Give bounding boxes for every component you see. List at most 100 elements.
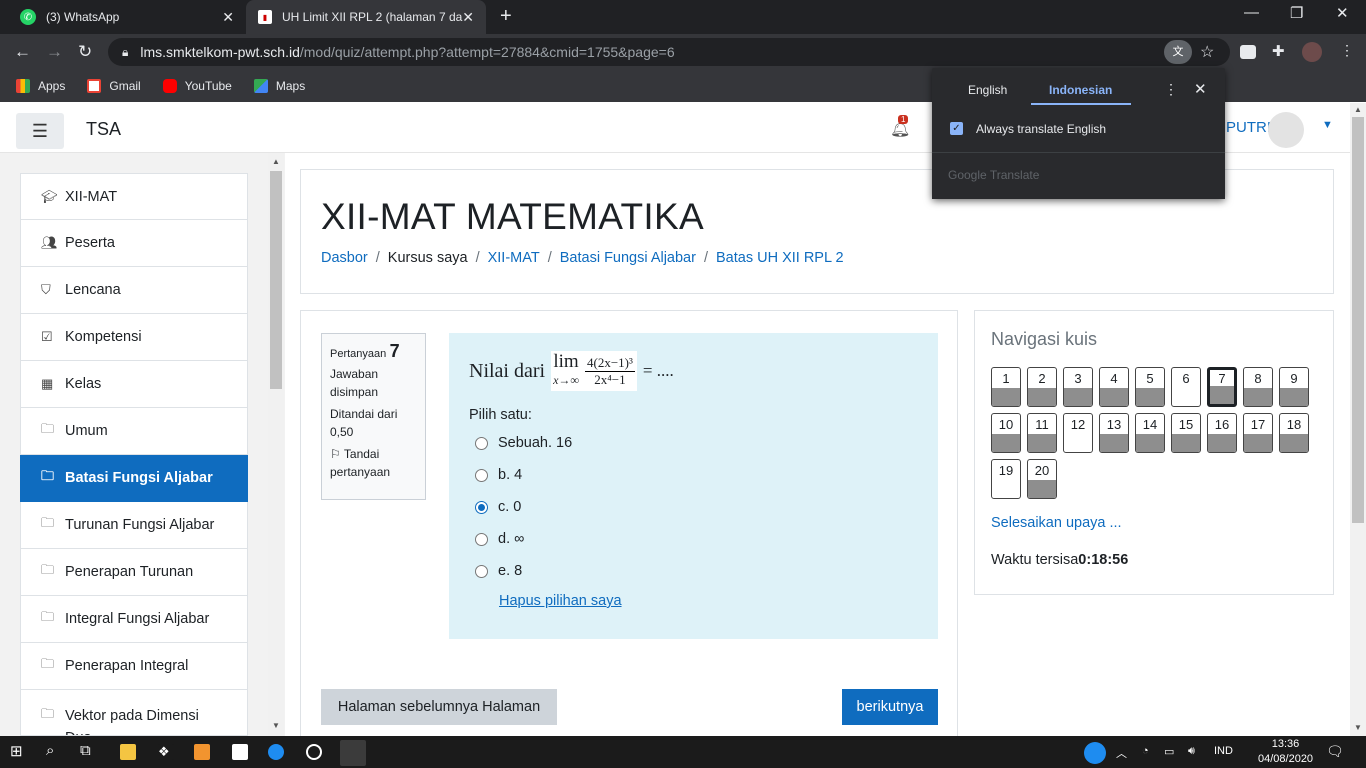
sidebar-item-turunan-fungsi-aljabar[interactable]: 🗀 Turunan Fungsi Aljabar: [20, 502, 248, 549]
quiz-nav-button[interactable]: 15: [1171, 413, 1201, 453]
site-name[interactable]: TSA: [86, 119, 121, 140]
quiz-nav-button[interactable]: 17: [1243, 413, 1273, 453]
breadcrumb-xii-mat[interactable]: XII-MAT: [488, 250, 540, 266]
file-explorer-icon[interactable]: [120, 744, 136, 760]
quiz-nav-button[interactable]: 5: [1135, 367, 1165, 407]
radio-button[interactable]: [475, 500, 488, 514]
answer-option[interactable]: c. 0: [469, 491, 918, 523]
sidebar-item-lencana[interactable]: ⛉ Lencana: [20, 267, 248, 314]
clear-choice-link[interactable]: Hapus pilihan saya: [499, 593, 918, 609]
radio-button[interactable]: [475, 532, 488, 546]
puzzle-icon[interactable]: ✚: [1272, 42, 1292, 62]
quiz-nav-button[interactable]: 11: [1027, 413, 1057, 453]
media-player-icon[interactable]: [306, 744, 322, 760]
chevron-down-icon[interactable]: ▼: [1322, 119, 1333, 131]
bookmark-gmail[interactable]: Gmail: [87, 79, 141, 93]
answer-option[interactable]: e. 8: [469, 555, 918, 587]
quiz-nav-button[interactable]: 1: [991, 367, 1021, 407]
new-tab-button[interactable]: +: [500, 5, 512, 28]
answer-option[interactable]: b. 4: [469, 459, 918, 491]
help-icon[interactable]: [1084, 742, 1106, 764]
scroll-thumb[interactable]: [1352, 117, 1364, 523]
quiz-nav-button[interactable]: 7: [1207, 367, 1237, 407]
sidebar-item-penerapan-turunan[interactable]: 🗀 Penerapan Turunan: [20, 549, 248, 596]
chevron-up-icon[interactable]: ︿: [1116, 745, 1127, 761]
close-icon[interactable]: ✕: [222, 9, 234, 26]
address-bar[interactable]: 🔒︎ lms.smktelkom-pwt.sch.id /mod/quiz/at…: [108, 38, 1230, 66]
scroll-thumb[interactable]: [270, 171, 282, 389]
close-icon[interactable]: ✕: [462, 9, 474, 26]
breadcrumb-batasi[interactable]: Batasi Fungsi Aljabar: [560, 250, 696, 266]
radio-button[interactable]: [475, 436, 488, 450]
wifi-icon[interactable]: ◔: [1142, 745, 1149, 757]
volume-icon[interactable]: 🔊︎: [1188, 745, 1195, 758]
translate-tab-indonesian[interactable]: Indonesian: [1049, 83, 1112, 97]
quiz-nav-button[interactable]: 12: [1063, 413, 1093, 453]
reload-button[interactable]: ↻: [78, 42, 92, 62]
quiz-nav-button[interactable]: 4: [1099, 367, 1129, 407]
quiz-nav-button[interactable]: 6: [1171, 367, 1201, 407]
avatar[interactable]: [1268, 112, 1304, 148]
quiz-nav-button[interactable]: 20: [1027, 459, 1057, 499]
next-page-button[interactable]: berikutnya: [842, 689, 938, 725]
extension-icon[interactable]: [1240, 45, 1256, 59]
quiz-nav-button[interactable]: 9: [1279, 367, 1309, 407]
forward-button[interactable]: →: [46, 42, 63, 62]
always-translate-checkbox[interactable]: ✓: [950, 122, 963, 135]
bookmark-maps[interactable]: Maps: [253, 79, 305, 93]
profile-avatar[interactable]: [1302, 42, 1322, 62]
sidebar-item-xii-mat[interactable]: 🎓︎ XII-MAT: [20, 173, 248, 220]
quiz-nav-button[interactable]: 14: [1135, 413, 1165, 453]
quiz-nav-button[interactable]: 2: [1027, 367, 1057, 407]
menu-icon[interactable]: ⋮: [1340, 42, 1360, 62]
sidebar-item-vektor[interactable]: 🗀 Vektor pada Dimensi Dua: [20, 690, 248, 736]
user-name[interactable]: PUTRI: [1226, 119, 1271, 136]
quiz-nav-button[interactable]: 8: [1243, 367, 1273, 407]
scroll-down-icon[interactable]: ▼: [1354, 723, 1362, 732]
scroll-up-icon[interactable]: ▲: [272, 157, 280, 166]
sidebar-item-batasi-fungsi-aljabar[interactable]: 🗀 Batasi Fungsi Aljabar: [20, 455, 248, 502]
breadcrumb-dasbor[interactable]: Dasbor: [321, 250, 368, 266]
window-close-button[interactable]: ✕: [1336, 4, 1349, 22]
scroll-down-icon[interactable]: ▼: [272, 721, 280, 730]
edge-icon[interactable]: [268, 744, 284, 760]
translate-tab-english[interactable]: English: [968, 83, 1007, 97]
radio-button[interactable]: [475, 564, 488, 578]
language-indicator[interactable]: IND: [1214, 745, 1233, 757]
task-view-icon[interactable]: ⧉: [80, 742, 91, 759]
menu-toggle-button[interactable]: ☰: [16, 113, 64, 149]
system-clock[interactable]: 13:36 04/08/2020: [1258, 737, 1313, 767]
dropbox-icon[interactable]: ❖: [158, 744, 174, 760]
flag-question[interactable]: ⚐ Tandai pertanyaan: [330, 445, 417, 481]
breadcrumb-quiz[interactable]: Batas UH XII RPL 2: [716, 250, 844, 266]
quiz-nav-button[interactable]: 10: [991, 413, 1021, 453]
quiz-nav-button[interactable]: 18: [1279, 413, 1309, 453]
translate-icon[interactable]: 文: [1164, 40, 1192, 64]
battery-icon[interactable]: ▭: [1164, 745, 1174, 758]
sublime-icon[interactable]: [194, 744, 210, 760]
notifications-icon[interactable]: 🗨︎: [1326, 743, 1344, 760]
close-icon[interactable]: ✕: [1194, 80, 1207, 98]
sidebar-item-integral-fungsi-aljabar[interactable]: 🗀 Integral Fungsi Aljabar: [20, 596, 248, 643]
answer-option[interactable]: d. ∞: [469, 523, 918, 555]
search-icon[interactable]: ⌕: [46, 742, 54, 759]
answer-option[interactable]: Sebuah. 16: [469, 427, 918, 459]
back-button[interactable]: ←: [14, 42, 31, 62]
tab-quiz[interactable]: ▮ UH Limit XII RPL 2 (halaman 7 da ✕: [246, 0, 486, 34]
sidebar-item-kompetensi[interactable]: ☑ Kompetensi: [20, 314, 248, 361]
star-icon[interactable]: ☆: [1200, 42, 1220, 62]
quiz-nav-button[interactable]: 3: [1063, 367, 1093, 407]
previous-page-button[interactable]: Halaman sebelumnya Halaman: [321, 689, 557, 725]
tab-whatsapp[interactable]: ✆ (3) WhatsApp ✕: [8, 0, 246, 34]
sidebar-item-peserta[interactable]: 👥︎ Peserta: [20, 220, 248, 267]
sidebar-item-kelas[interactable]: ▦ Kelas: [20, 361, 248, 408]
finish-attempt-link[interactable]: Selesaikan upaya ...: [991, 515, 1122, 531]
windows-start-icon[interactable]: ⊞: [10, 742, 23, 760]
sidebar-item-penerapan-integral[interactable]: 🗀 Penerapan Integral: [20, 643, 248, 690]
quiz-nav-button[interactable]: 19: [991, 459, 1021, 499]
radio-button[interactable]: [475, 468, 488, 482]
maximize-button[interactable]: ❐: [1290, 4, 1303, 22]
quiz-nav-button[interactable]: 13: [1099, 413, 1129, 453]
minimize-button[interactable]: —: [1244, 4, 1259, 21]
mail-icon[interactable]: [232, 744, 248, 760]
